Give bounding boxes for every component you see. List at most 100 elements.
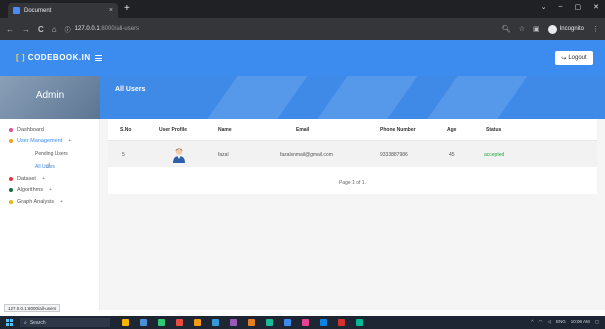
site-header: [ ] CODEBOOK.IN ↪ Logout [0, 40, 605, 76]
page-title: All Users [115, 86, 146, 93]
sidebar-item-label: Dashboard [17, 127, 44, 133]
taskbar-search[interactable]: ⌕ Search [20, 318, 110, 327]
taskbar-app-icon[interactable] [248, 319, 255, 326]
status-bar-url: 127.0.0.1:8000/all-users [4, 304, 61, 312]
cell-phone: 9333887986 [380, 152, 408, 158]
tab-title: Document [24, 7, 52, 14]
home-icon[interactable]: ⌂ [52, 25, 57, 34]
new-tab-button[interactable]: + [124, 3, 130, 15]
logout-label: Logout [568, 55, 587, 61]
column-header: Status [486, 127, 502, 133]
cell-email: fazalsnmail@gmail.com [280, 152, 333, 158]
logout-button[interactable]: ↪ Logout [555, 51, 593, 65]
logout-icon: ↪ [561, 55, 567, 62]
tray-chevron-icon[interactable]: ^ [531, 319, 533, 325]
pagination-info: Page 1 of 1. [339, 180, 366, 186]
browser-tab[interactable]: Document × [8, 3, 118, 18]
logo-bracket: [ ] [16, 53, 26, 62]
column-header: S.No [120, 127, 132, 133]
sidebar-item-algorithms[interactable]: Algorithms + [9, 187, 52, 193]
taskbar-app-icon[interactable] [194, 319, 201, 326]
banner-stripe [415, 76, 535, 119]
browser-tabbar: Document × + ⌄ – ▢ ✕ [0, 0, 605, 18]
tray-language[interactable]: ENG [556, 319, 566, 325]
search-label: Search [29, 319, 46, 326]
sidebar-subitem-all-users[interactable]: All Users [35, 164, 55, 170]
sidebar-subitem-pending-users[interactable]: Pending Users [35, 151, 68, 157]
column-header: Age [447, 127, 457, 133]
taskbar-app-icon[interactable] [284, 319, 291, 326]
admin-label: Admin [35, 90, 65, 101]
browser-menu-icon[interactable]: ⋮ [592, 25, 599, 33]
taskbar-app-icon[interactable] [176, 319, 183, 326]
taskbar-app-icon[interactable] [356, 319, 363, 326]
hand-cursor-icon: ☝ [46, 161, 51, 170]
forward-icon[interactable]: → [22, 25, 30, 34]
column-header: Email [296, 127, 310, 133]
window-controls: ⌄ – ▢ ✕ [541, 3, 599, 11]
sidebar-item-label: Dataset [17, 176, 36, 182]
taskbar-app-icon[interactable] [320, 319, 327, 326]
bookmark-star-icon[interactable]: ☆ [519, 25, 525, 33]
taskbar-app-icon[interactable] [140, 319, 147, 326]
sidebar: Dashboard User Management + Pending User… [0, 119, 100, 310]
reload-icon[interactable]: C [38, 25, 44, 34]
expand-icon[interactable]: + [60, 199, 63, 205]
search-icon: ⌕ [24, 319, 27, 326]
windows-start-icon[interactable] [6, 319, 13, 326]
tab-close-icon[interactable]: × [109, 7, 113, 14]
column-header: Phone Number [380, 127, 416, 133]
os-taskbar: ⌕ Search ^ ◠ ◁ ENG 10:06 AM ▢ [0, 316, 605, 329]
taskbar-app-icon[interactable] [302, 319, 309, 326]
taskbar-app-icon[interactable] [158, 319, 165, 326]
url-host: 127.0.0.1 [74, 26, 100, 32]
tray-clock[interactable]: 10:06 AM [571, 319, 590, 325]
incognito-indicator[interactable]: Incognito [547, 24, 584, 34]
sidebar-item-user-management[interactable]: User Management + [9, 138, 71, 144]
back-icon[interactable]: ← [6, 25, 14, 34]
taskbar-app-icon[interactable] [338, 319, 345, 326]
users-icon [9, 139, 13, 143]
close-window-button[interactable]: ✕ [593, 3, 599, 11]
sidepanel-icon[interactable]: ▣ [533, 25, 540, 33]
dashboard-icon [9, 128, 13, 132]
logo-text: CODEBOOK.IN [27, 53, 91, 62]
incognito-label: Incognito [559, 26, 584, 32]
page-banner: All Users [100, 76, 605, 119]
sidebar-item-dashboard[interactable]: Dashboard [9, 127, 44, 133]
expand-icon[interactable]: + [68, 138, 71, 144]
sidebar-item-dataset[interactable]: Dataset + [9, 176, 45, 182]
minimize-button[interactable]: – [559, 3, 563, 11]
expand-icon[interactable]: + [42, 176, 45, 182]
taskbar-app-icon[interactable] [266, 319, 273, 326]
wifi-icon[interactable]: ◠ [539, 319, 543, 325]
system-tray: ^ ◠ ◁ ENG 10:06 AM ▢ [531, 319, 599, 325]
notification-icon[interactable]: ▢ [595, 319, 599, 325]
admin-banner: Admin [0, 76, 100, 119]
status-badge: accepted [484, 152, 505, 158]
tab-search-icon[interactable]: ⌄ [541, 3, 547, 11]
site-info-icon[interactable]: ⓘ [65, 25, 71, 34]
sidebar-item-graph-analysis[interactable]: Graph Analysis + [9, 199, 63, 205]
column-header: Name [218, 127, 232, 133]
zoom-icon[interactable]: 🔍︎ [502, 25, 511, 33]
sidebar-item-label: Graph Analysis [17, 199, 54, 205]
taskbar-app-icon[interactable] [122, 319, 129, 326]
menu-toggle-icon[interactable] [95, 55, 102, 61]
taskbar-app-icon[interactable] [230, 319, 237, 326]
cell-age: 45 [449, 152, 455, 158]
incognito-icon [547, 24, 557, 34]
algorithms-icon [9, 188, 13, 192]
address-bar[interactable]: ⓘ 127.0.0.1 :8000/all-users [65, 22, 139, 37]
table-header: S.No User Profile Name Email Phone Numbe… [108, 119, 597, 141]
cell-sno: 5 [122, 152, 125, 158]
expand-icon[interactable]: + [49, 187, 52, 193]
banner-stripe [195, 76, 315, 119]
dataset-icon [9, 177, 13, 181]
maximize-button[interactable]: ▢ [575, 3, 582, 11]
volume-icon[interactable]: ◁ [547, 319, 550, 325]
graph-icon [9, 200, 13, 204]
column-header: User Profile [159, 127, 188, 133]
site-logo[interactable]: [ ] CODEBOOK.IN [16, 53, 91, 62]
taskbar-app-icon[interactable] [212, 319, 219, 326]
